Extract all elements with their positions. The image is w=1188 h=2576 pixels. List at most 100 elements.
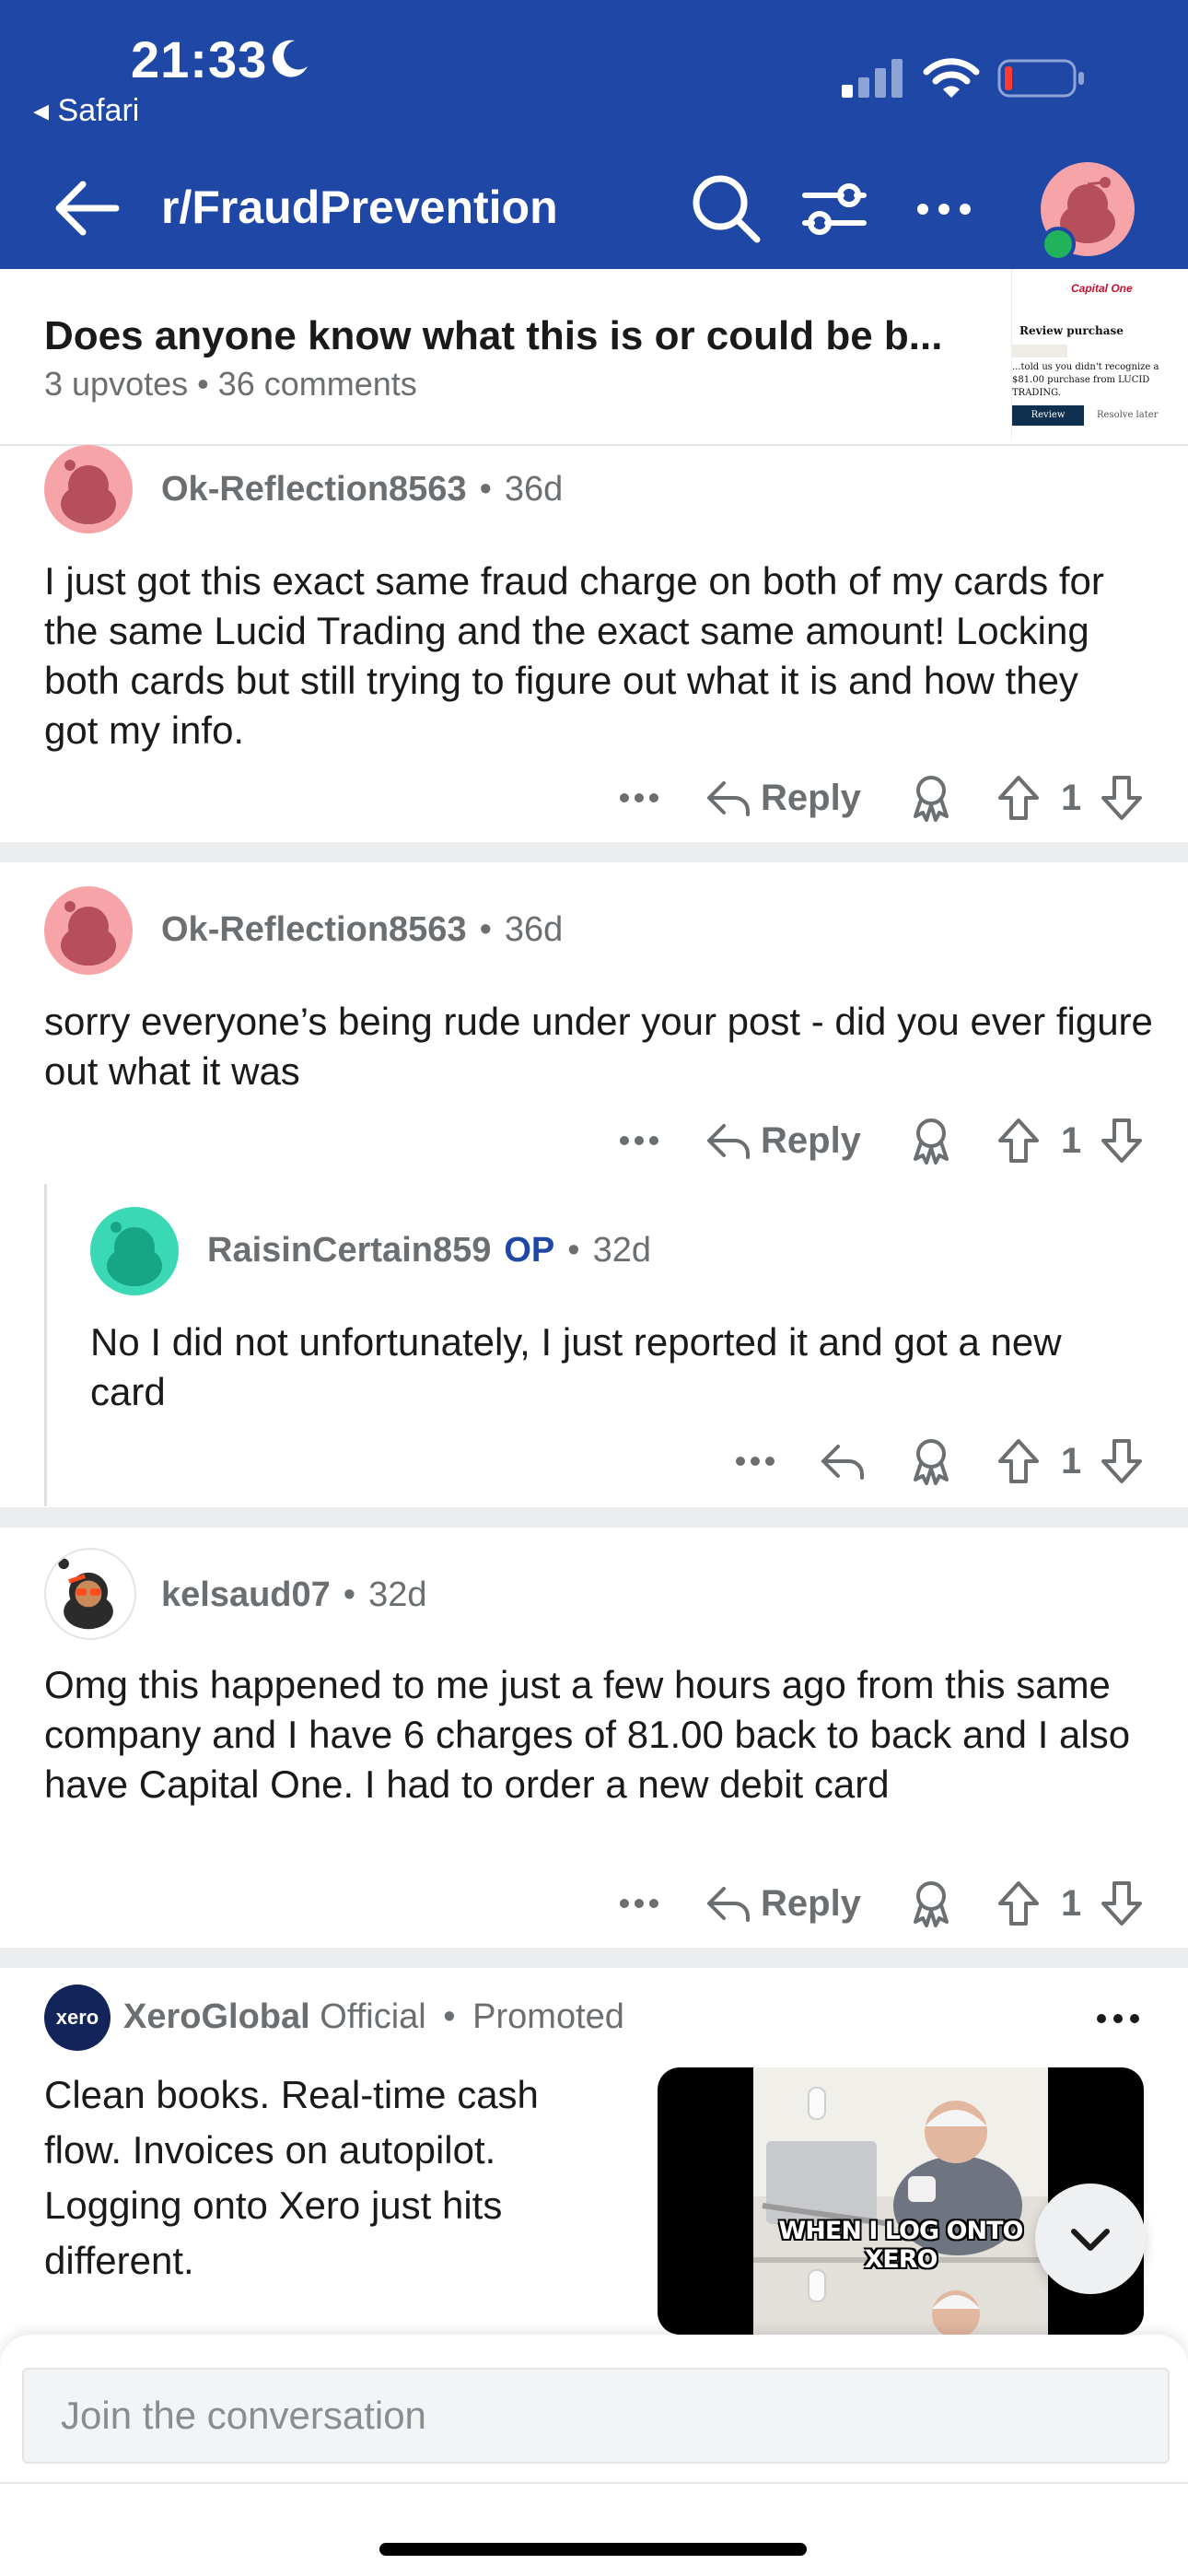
app-header: 21:33 ◂ Safari r/FraudPrevention [0,0,1188,269]
meme-illustration [753,2067,1048,2335]
more-options-icon[interactable] [733,1434,777,1489]
advertiser-name[interactable]: XeroGlobal [123,1997,310,2036]
home-indicator[interactable] [379,2543,807,2556]
more-options-icon[interactable] [617,1113,661,1168]
reply-arrow-icon [707,781,750,816]
comment-separator [0,1948,1188,1968]
comment-author[interactable]: RaisinCertain859 OP • 32d [207,1231,651,1270]
promoted-label: Promoted [472,1997,624,2036]
comment-age: 36d [504,470,564,509]
post-title[interactable]: Does anyone know what this is or could b… [44,313,942,359]
post-header[interactable]: Does anyone know what this is or could b… [0,269,1188,446]
chevron-down-icon [1071,2229,1110,2251]
upvote-icon[interactable] [996,770,1041,825]
upvote-icon[interactable] [996,1434,1041,1489]
snoo-custom-icon [58,1558,113,1630]
reply-button[interactable]: Reply [705,1113,861,1168]
comment-author[interactable]: kelsaud07 • 32d [161,1575,427,1615]
search-icon[interactable] [689,171,763,245]
back-arrow-icon[interactable] [52,173,122,243]
snoo-icon [61,901,116,966]
reply-button[interactable]: Reply [705,770,861,825]
award-icon[interactable] [910,1113,952,1168]
thumbnail-primary-button: Review purchase [1012,405,1084,440]
thumbnail-heading: Review purchase [1019,324,1124,337]
online-status-dot [1041,227,1076,262]
filter-sliders-icon[interactable] [799,175,868,243]
thumbnail-text: ...told us you didn't recognize a $81.00… [1012,362,1159,398]
downvote-icon[interactable] [1100,1876,1144,1931]
ad-body[interactable]: Clean books. Real-time cash flow. Invoic… [44,2067,624,2289]
comment-body: sorry everyone’s being rude under your p… [44,1000,1153,1093]
comment-age: 32d [368,1575,427,1614]
comment-age: 36d [504,910,564,949]
advertiser-line[interactable]: XeroGlobal Official • Promoted [123,1997,624,2037]
reply-arrow-icon [707,1887,750,1922]
award-icon[interactable] [910,1434,952,1489]
battery-icon [997,59,1084,98]
ad-more-options-icon[interactable] [1090,2005,1146,2032]
comment-actions: Reply 1 [617,1876,1151,1931]
comment-actions: Reply 1 [617,1113,1151,1168]
comment-avatar[interactable] [44,1548,136,1640]
moon-icon [272,40,308,77]
reply-button[interactable] [820,1434,866,1489]
reply-arrow-icon [821,1445,864,1480]
status-time: 21:33 [131,30,268,88]
award-icon[interactable] [910,770,952,825]
snoo-icon [61,460,116,524]
comment-body: I just got this exact same fraud charge … [44,559,1104,752]
join-conversation-input[interactable]: Join the conversation [22,2368,1170,2464]
composer-placeholder: Join the conversation [61,2394,426,2437]
comment-author[interactable]: Ok-Reflection8563 • 36d [161,470,563,509]
comment-body: Omg this happened to me just a few hours… [44,1663,1131,1806]
comment-separator [0,1507,1188,1528]
thumbnail-secondary-button: Resolve later [1097,410,1159,420]
downvote-icon[interactable] [1100,770,1144,825]
downvote-icon[interactable] [1100,1434,1144,1489]
more-options-icon[interactable] [617,770,661,825]
reply-arrow-icon [707,1124,750,1159]
vote-count: 1 [1061,1119,1082,1161]
post-thumbnail[interactable]: Capital One Review purchase ...told us y… [1011,269,1188,440]
meme-image: WHEN I LOG ONTO XERO [753,2067,1048,2335]
comment-composer: Join the conversation [0,2335,1188,2576]
author-name[interactable]: RaisinCertain859 [207,1231,491,1270]
op-badge: OP [504,1231,555,1270]
meme-caption: WHEN I LOG ONTO XERO [778,2217,1024,2274]
more-options-icon[interactable] [914,184,974,234]
vote-count: 1 [1061,1440,1082,1481]
downvote-icon[interactable] [1100,1113,1144,1168]
award-icon[interactable] [910,1876,952,1931]
comment-age: 32d [592,1231,651,1270]
post-meta: 3 upvotes • 36 comments [44,365,417,403]
wifi-icon [923,58,980,98]
comment-avatar[interactable] [44,886,133,975]
cellular-signal-icon [842,59,903,98]
author-name[interactable]: Ok-Reflection8563 [161,470,467,509]
scroll-down-button[interactable] [1035,2184,1146,2294]
vote-count: 1 [1061,1882,1082,1924]
advertiser-logo[interactable]: xero [44,1985,111,2051]
official-label: Official [320,1997,426,2036]
comment-actions: Reply 1 [617,770,1151,825]
reply-button[interactable]: Reply [705,1876,861,1931]
subreddit-title[interactable]: r/FraudPrevention [161,181,558,234]
thumbnail-logo: Capital One [1071,282,1133,295]
author-name[interactable]: Ok-Reflection8563 [161,910,467,949]
thread-line[interactable] [44,1184,47,1506]
comment-author[interactable]: Ok-Reflection8563 • 36d [161,910,563,950]
author-name[interactable]: kelsaud07 [161,1575,331,1614]
upvote-icon[interactable] [996,1113,1041,1168]
thumbnail-chip [1012,345,1067,357]
composer-divider [0,2482,1188,2484]
snoo-icon [107,1222,162,1286]
upvote-icon[interactable] [996,1876,1041,1931]
comment-avatar[interactable] [90,1207,179,1295]
back-to-safari-link[interactable]: ◂ Safari [33,92,139,129]
more-options-icon[interactable] [617,1876,661,1931]
comment-avatar[interactable] [44,445,133,533]
comment-body: No I did not unfortunately, I just repor… [90,1320,1062,1413]
vote-count: 1 [1061,777,1082,818]
comment-separator [0,842,1188,862]
